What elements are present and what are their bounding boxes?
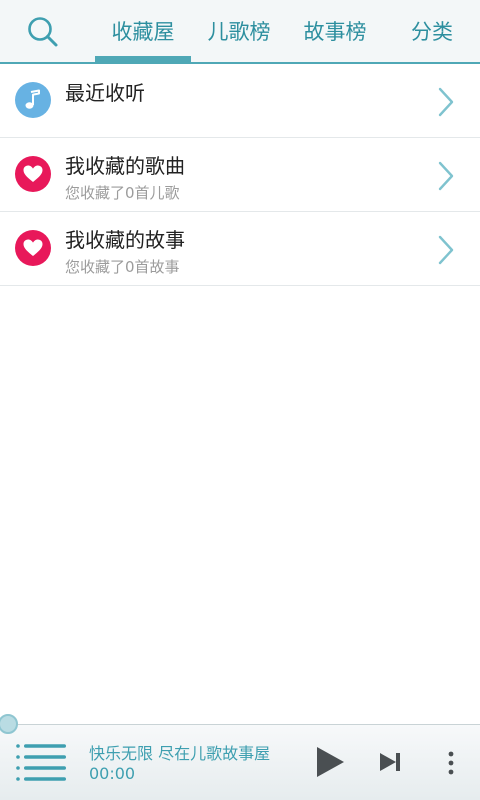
tab-stories-chart[interactable]: 故事榜: [295, 0, 375, 62]
list-item-title: 我收藏的故事: [65, 228, 185, 252]
tab-categories[interactable]: 分类: [400, 0, 464, 62]
more-options-icon[interactable]: [444, 750, 458, 776]
list-item-title: 最近收听: [65, 81, 145, 105]
playlist-icon[interactable]: [14, 742, 68, 782]
search-button[interactable]: [18, 12, 68, 52]
tab-favorites[interactable]: 收藏屋: [95, 0, 191, 62]
now-playing-title: 快乐无限 尽在儿歌故事屋: [89, 744, 271, 763]
list-item-favorite-songs[interactable]: 我收藏的歌曲 您收藏了0首儿歌: [0, 138, 480, 212]
favorites-list: 最近收听 我收藏的歌曲 您收藏了0首儿歌 我收藏的故事 您收藏了0首故事: [0, 64, 480, 286]
tab-children-songs-chart[interactable]: 儿歌榜: [199, 0, 279, 62]
chevron-right-icon: [438, 87, 454, 117]
list-item-subtitle: 您收藏了0首故事: [65, 258, 180, 276]
list-item-favorite-stories[interactable]: 我收藏的故事 您收藏了0首故事: [0, 212, 480, 286]
search-icon: [28, 17, 58, 47]
music-note-icon: [15, 82, 51, 118]
heart-icon: [15, 156, 51, 192]
list-item-subtitle: 您收藏了0首儿歌: [65, 184, 180, 202]
heart-icon: [15, 230, 51, 266]
list-item-recently-played[interactable]: 最近收听: [0, 64, 480, 138]
list-item-title: 我收藏的歌曲: [65, 154, 185, 178]
play-icon[interactable]: [314, 745, 346, 779]
chevron-right-icon: [438, 235, 454, 265]
active-tab-indicator: [95, 56, 191, 62]
chevron-right-icon: [438, 161, 454, 191]
playback-time: 00:00: [89, 764, 136, 783]
next-track-icon[interactable]: [378, 750, 404, 774]
top-nav-bar: 收藏屋 儿歌榜 故事榜 分类: [0, 0, 480, 64]
